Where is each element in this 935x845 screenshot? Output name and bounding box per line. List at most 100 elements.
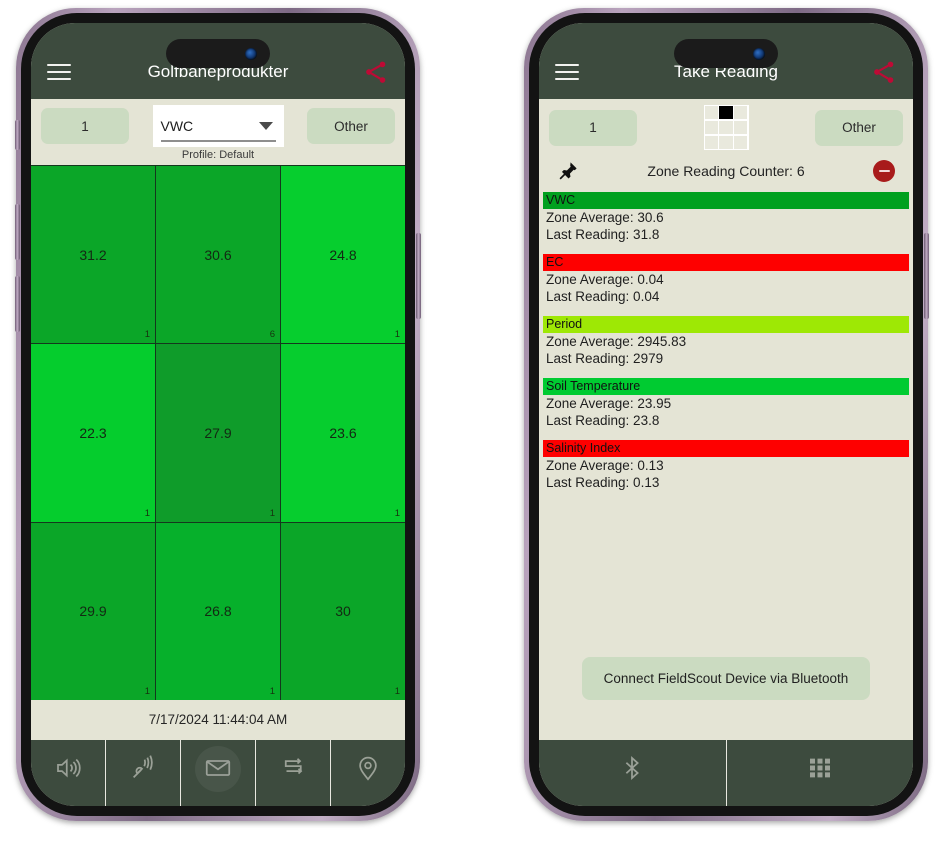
hamburger-icon[interactable]	[47, 64, 71, 80]
reading-item: Period Zone Average: 2945.83 Last Readin…	[543, 316, 909, 367]
power-button[interactable]	[924, 233, 929, 319]
envelope-icon	[205, 760, 231, 776]
control-row-right: 1 Other	[539, 99, 913, 152]
share-icon[interactable]	[363, 59, 389, 85]
front-camera-icon	[753, 47, 765, 60]
zone-cell-value: 24.8	[329, 246, 357, 263]
readings-list: VWC Zone Average: 30.6 Last Reading: 31.…	[539, 192, 913, 502]
zone-cell[interactable]: 27.9 1	[156, 344, 280, 522]
share-icon[interactable]	[871, 59, 897, 85]
control-row-left: 1 VWC Other	[31, 99, 405, 149]
grid-selector-cell[interactable]	[704, 106, 718, 120]
reading-item: Salinity Index Zone Average: 0.13 Last R…	[543, 440, 909, 491]
zone-cell[interactable]: 30.6 6	[156, 166, 280, 344]
phone-left: Golfbaneprodukter 1 VWC Other Profile: D…	[15, 8, 421, 821]
grid-selector-cell[interactable]	[719, 135, 733, 149]
zone-button[interactable]: 1	[41, 108, 129, 144]
profile-label: Profile: Default	[31, 149, 405, 165]
reading-name-bar: VWC	[543, 192, 909, 209]
grid-selector-cell[interactable]	[704, 135, 718, 149]
grid-icon	[809, 758, 830, 778]
dynamic-island	[674, 39, 778, 68]
reading-item: Soil Temperature Zone Average: 23.95 Las…	[543, 378, 909, 429]
volume-down-button[interactable]	[15, 276, 20, 332]
timestamp-label: 7/17/2024 11:44:04 AM	[31, 700, 405, 740]
chevron-down-icon	[258, 122, 273, 130]
silent-switch[interactable]	[15, 120, 20, 150]
other-button[interactable]: Other	[815, 109, 903, 146]
reading-name: Soil Temperature	[546, 379, 641, 394]
zone-cell-count: 1	[144, 507, 150, 519]
zone-cell[interactable]: 24.8 1	[281, 166, 405, 344]
reading-item: EC Zone Average: 0.04 Last Reading: 0.04	[543, 254, 909, 305]
zone-cell-value: 22.3	[79, 424, 107, 441]
connect-button-wrap: Connect FieldScout Device via Bluetooth	[539, 657, 913, 740]
reading-name: Period	[546, 317, 583, 332]
dynamic-island	[166, 39, 270, 68]
grid-selector-cell-selected[interactable]	[719, 106, 733, 120]
connect-bluetooth-button[interactable]: Connect FieldScout Device via Bluetooth	[581, 657, 871, 700]
reading-name-bar: Period	[543, 316, 909, 333]
minus-circle-icon[interactable]	[873, 160, 895, 182]
reading-name-bar: EC	[543, 254, 909, 271]
zone-cell[interactable]: 22.3 1	[31, 344, 155, 522]
zone-cell[interactable]: 26.8 1	[156, 522, 280, 700]
reading-zone-average: Zone Average: 0.04	[546, 272, 664, 287]
reading-name: Salinity Index	[546, 441, 621, 456]
zone-cell-value: 31.2	[79, 246, 107, 263]
tab-bar-left	[31, 740, 405, 806]
tab-bluetooth[interactable]	[539, 740, 726, 806]
reading-name: EC	[546, 255, 564, 270]
reading-zone-average: Zone Average: 2945.83	[546, 334, 687, 349]
tab-mail[interactable]	[180, 740, 255, 806]
zone-button[interactable]: 1	[549, 109, 637, 146]
screenshot-stage: Golfbaneprodukter 1 VWC Other Profile: D…	[0, 0, 935, 845]
zone-cell-value: 30.6	[204, 246, 232, 263]
reading-last-reading: Last Reading: 0.13	[546, 475, 660, 490]
zone-cell[interactable]: 29.9 1	[31, 522, 155, 700]
satellite-dish-icon	[133, 755, 153, 778]
hamburger-icon[interactable]	[555, 64, 579, 80]
tab-satellite[interactable]	[105, 740, 180, 806]
zone-cell-count: 1	[394, 329, 400, 341]
grid-selector-cell[interactable]	[734, 106, 748, 120]
front-camera-icon	[245, 47, 257, 60]
content-filler	[539, 502, 913, 657]
bluetooth-icon	[626, 756, 640, 780]
dropdown-underline	[160, 140, 276, 142]
other-button[interactable]: Other	[307, 108, 395, 144]
power-button[interactable]	[416, 233, 421, 319]
zone-cell[interactable]: 31.2 1	[31, 166, 155, 344]
grid-selector-cell[interactable]	[734, 120, 748, 135]
grid-selector-cell[interactable]	[719, 120, 733, 135]
tab-transfer[interactable]	[255, 740, 330, 806]
tab-grid[interactable]	[725, 740, 914, 806]
zone-cell-value: 27.9	[204, 424, 232, 441]
zone-cell-value: 29.9	[79, 603, 107, 620]
zone-cell-count: 1	[269, 507, 275, 519]
screen-right: Take Reading 1 Other Zone Reading Counte…	[539, 23, 913, 806]
tab-bar-right	[539, 740, 913, 806]
dropdown-value: VWC	[160, 118, 194, 134]
phone-right: Take Reading 1 Other Zone Reading Counte…	[524, 8, 929, 821]
reading-last-reading: Last Reading: 23.8	[546, 413, 660, 428]
reading-zone-average: Zone Average: 0.13	[546, 458, 664, 473]
measurement-dropdown[interactable]: VWC	[152, 105, 284, 147]
zone-cell-count: 1	[394, 507, 400, 519]
reading-zone-average: Zone Average: 30.6	[546, 210, 664, 225]
zone-cell[interactable]: 30 1	[281, 522, 405, 700]
zone-grid: 31.2 1 30.6 6 24.8 1 22.3 1 27.9 1 23.6 …	[31, 165, 405, 700]
zone-cell-value: 30	[335, 603, 351, 620]
grid-selector-cell[interactable]	[704, 120, 718, 135]
zone-cell[interactable]: 23.6 1	[281, 344, 405, 522]
transfer-arrows-icon	[284, 758, 303, 775]
zone-reading-counter-label: Zone Reading Counter: 6	[647, 163, 805, 179]
grid-selector-cell[interactable]	[734, 135, 748, 149]
reading-name-bar: Salinity Index	[543, 440, 909, 457]
pushpin-icon[interactable]	[557, 160, 579, 182]
reading-name-bar: Soil Temperature	[543, 378, 909, 395]
counter-row: Zone Reading Counter: 6	[539, 152, 913, 192]
reading-zone-average: Zone Average: 23.95	[546, 396, 672, 411]
grid-selector-icon[interactable]	[703, 105, 749, 150]
volume-up-button[interactable]	[15, 204, 20, 260]
